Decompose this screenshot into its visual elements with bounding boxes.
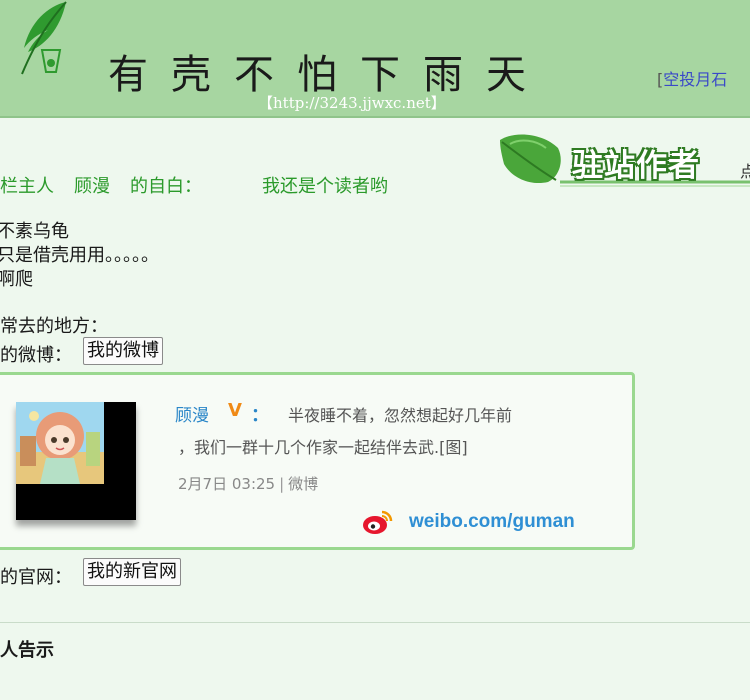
space-link-label[interactable]: 空投月石 bbox=[663, 70, 727, 89]
avatar[interactable] bbox=[16, 402, 104, 484]
section-divider bbox=[0, 622, 750, 623]
weibo-colon: ： bbox=[251, 405, 269, 426]
weibo-post-text-line2[interactable]: ，我们一群十几个作家一起结伴去武.[图] bbox=[178, 434, 468, 458]
ribbon-tail-text: 点 bbox=[740, 162, 750, 181]
weibo-post-meta: 2月7日 03:25 | 微博 bbox=[178, 473, 318, 494]
site-header: 有壳不怕下雨天 【http://3243.jjwxc.net】 [空投月石 bbox=[0, 0, 750, 118]
weibo-post-date[interactable]: 2月7日 03:25 bbox=[178, 475, 275, 493]
space-link[interactable]: [空投月石 bbox=[657, 66, 727, 90]
official-site-label: 的官网： bbox=[0, 567, 72, 588]
owner-bio: 不素乌龟 只是借壳用用。。。。。 啊爬 bbox=[0, 221, 159, 290]
weibo-logo-icon bbox=[363, 510, 393, 534]
weibo-post-source[interactable]: 微博 bbox=[288, 475, 318, 493]
resident-author-banner: 驻站作者 bbox=[572, 148, 700, 184]
notice-heading: 人告示 bbox=[0, 640, 54, 661]
weibo-post-text-line1[interactable]: 半夜睡不着，忽然想起好几年前 bbox=[288, 402, 512, 426]
weibo-label: 的微博： bbox=[0, 345, 72, 366]
self-text: 我还是个读者哟 bbox=[262, 176, 388, 197]
owner-label: 栏主人 bbox=[0, 176, 54, 197]
verified-badge: V bbox=[228, 400, 242, 421]
weibo-domain-link[interactable]: weibo.com/guman bbox=[409, 511, 575, 533]
owner-intro: 栏主人 顾漫 的自白： 我还是个读者哟 bbox=[0, 172, 408, 198]
places-heading: 常去的地方： bbox=[0, 316, 108, 337]
meta-separator: | bbox=[279, 475, 285, 493]
site-url[interactable]: 【http://3243.jjwxc.net】 bbox=[258, 92, 446, 113]
self-label: 的自白： bbox=[130, 176, 202, 197]
my-official-site-button[interactable]: 我的新官网 bbox=[83, 558, 181, 586]
weibo-user-name[interactable]: 顾漫 bbox=[175, 401, 209, 426]
feather-logo-icon bbox=[21, 1, 67, 75]
my-weibo-button[interactable]: 我的微博 bbox=[83, 337, 163, 365]
owner-name[interactable]: 顾漫 bbox=[74, 176, 110, 197]
